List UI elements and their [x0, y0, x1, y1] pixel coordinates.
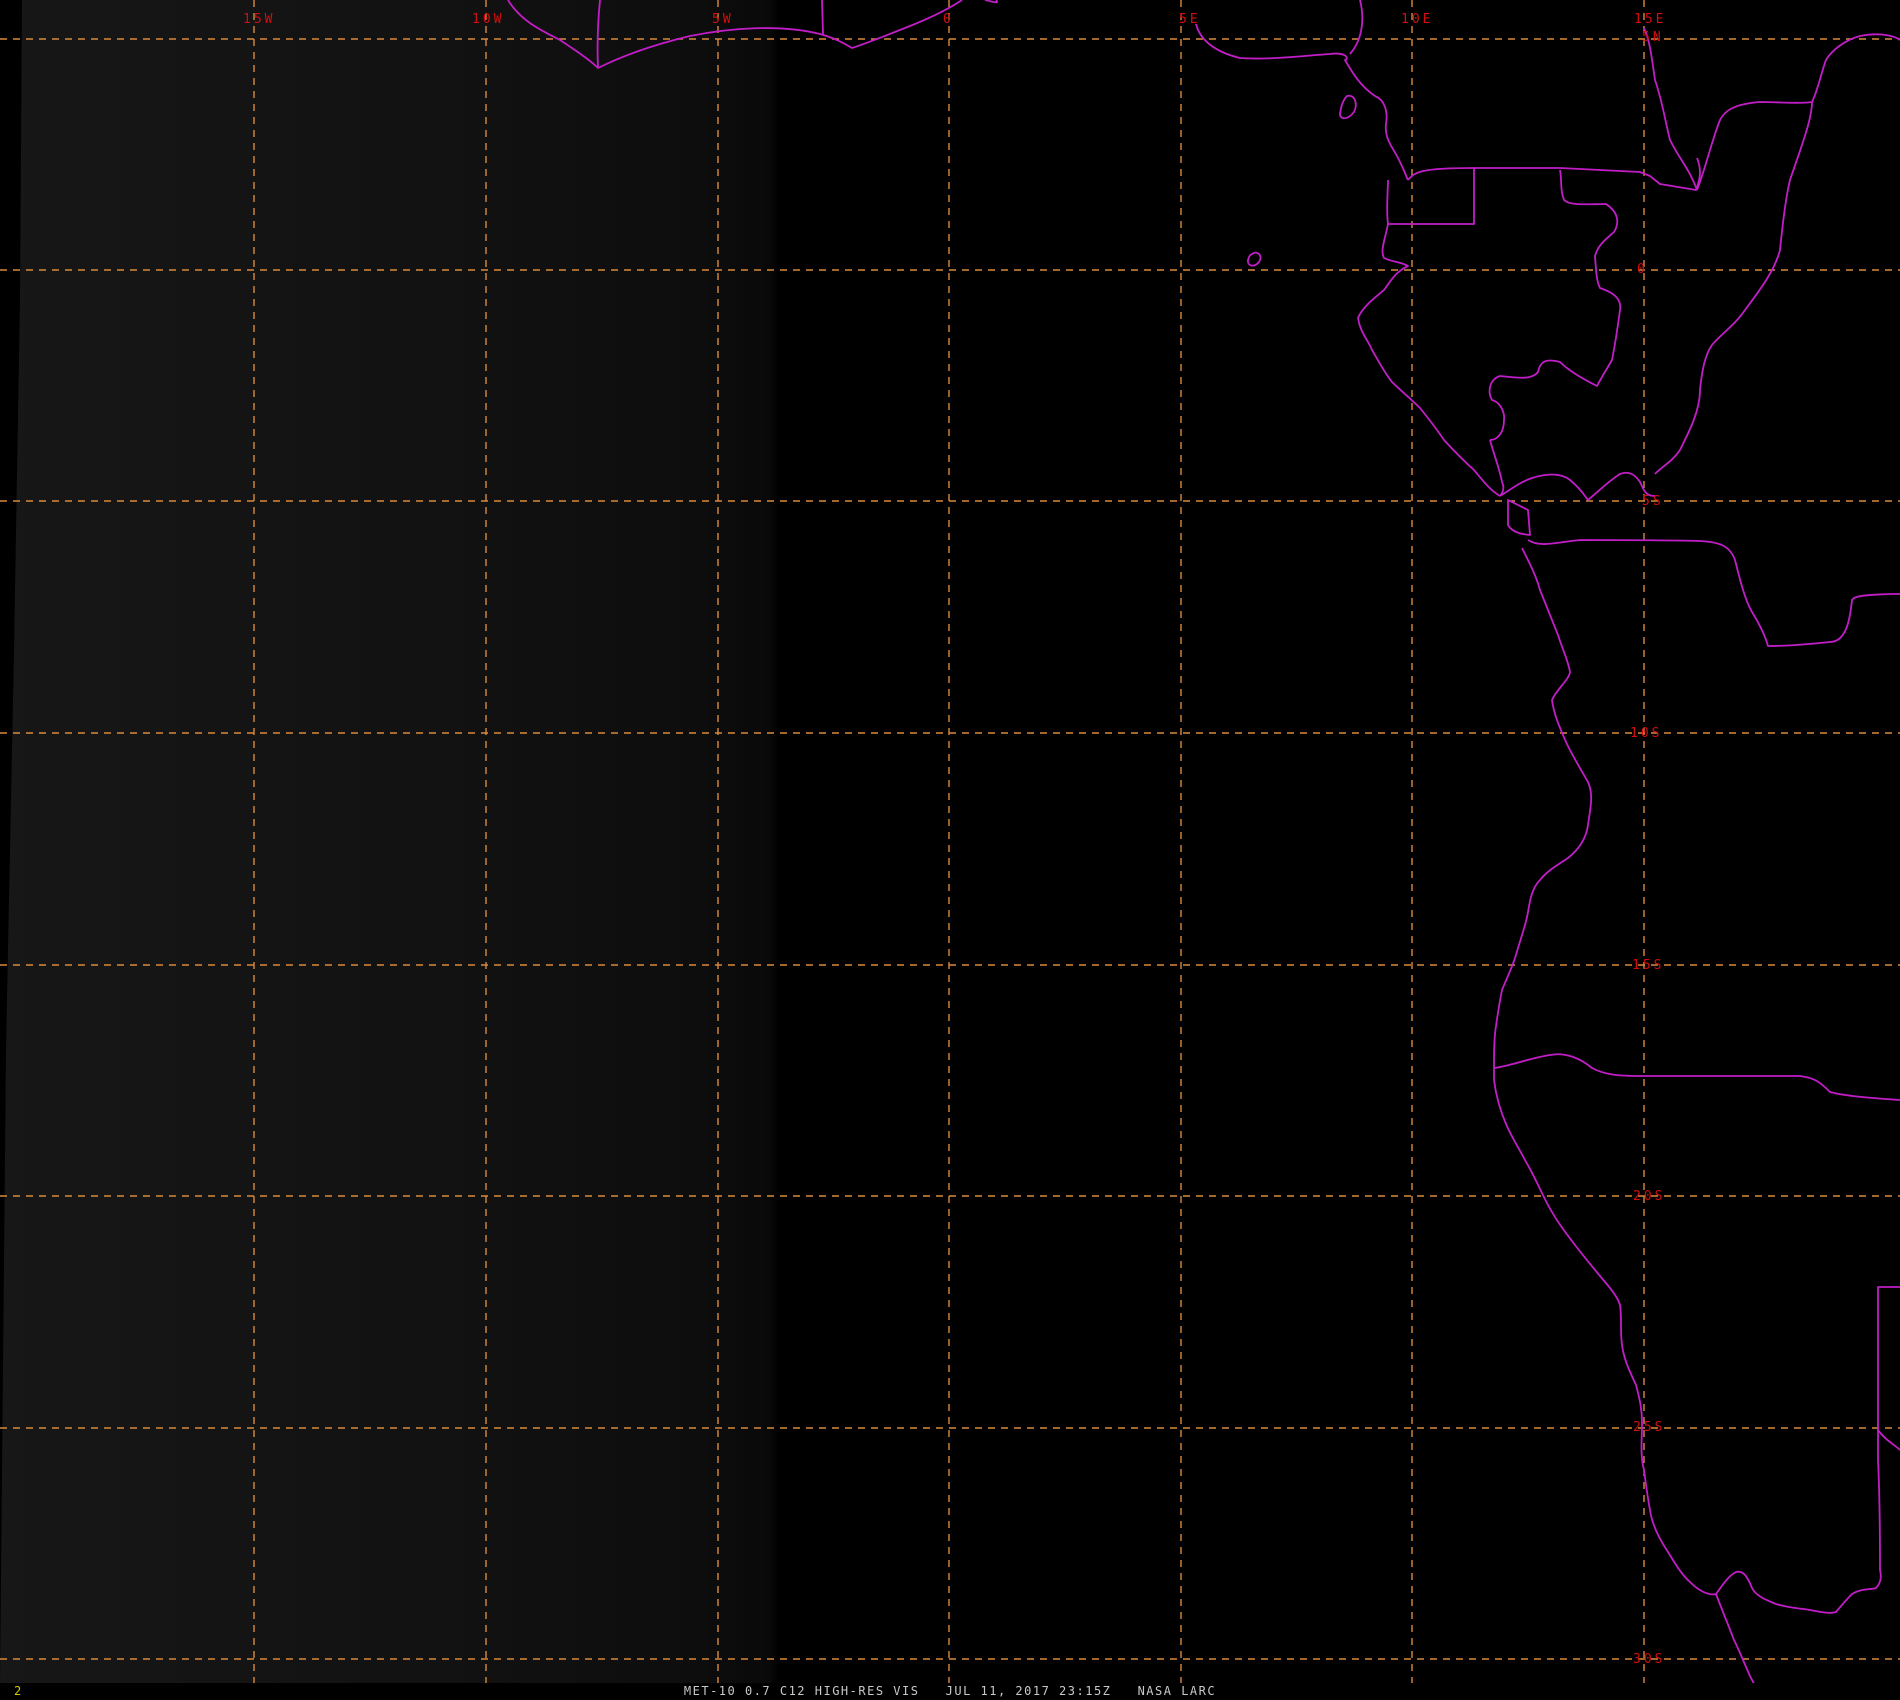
border-togo-benin	[821, 0, 824, 35]
lat-label: 0	[1637, 262, 1648, 277]
lon-label: 5E	[1179, 12, 1201, 27]
satellite-image-viewer: 15W 10W 5W 0 5E 10E 15E 5N 0 5S 10S 15S …	[0, 0, 1900, 1700]
lat-label: 30S	[1633, 1652, 1665, 1667]
lat-label: 5S	[1642, 494, 1664, 509]
lon-label: 15E	[1634, 12, 1666, 27]
lon-label: 5W	[712, 12, 734, 27]
lat-label: 20S	[1633, 1189, 1665, 1204]
lat-label: 25S	[1633, 1420, 1665, 1435]
lon-label: 0	[943, 12, 954, 27]
lat-label: 15S	[1632, 958, 1664, 973]
lat-label: 5N	[1642, 30, 1664, 45]
satellite-imagery	[0, 0, 1900, 1683]
lon-label: 10E	[1401, 12, 1433, 27]
image-caption: MET-10 0.7 C12 HIGH-RES VIS JUL 11, 2017…	[683, 1684, 1217, 1698]
image-status-bar: 2 MET-10 0.7 C12 HIGH-RES VIS JUL 11, 20…	[0, 1683, 1900, 1700]
lat-label: 10S	[1630, 726, 1662, 741]
satellite-map: 15W 10W 5W 0 5E 10E 15E 5N 0 5S 10S 15S …	[0, 0, 1900, 1691]
lon-label: 15W	[243, 12, 275, 27]
lon-label: 10W	[472, 12, 504, 27]
